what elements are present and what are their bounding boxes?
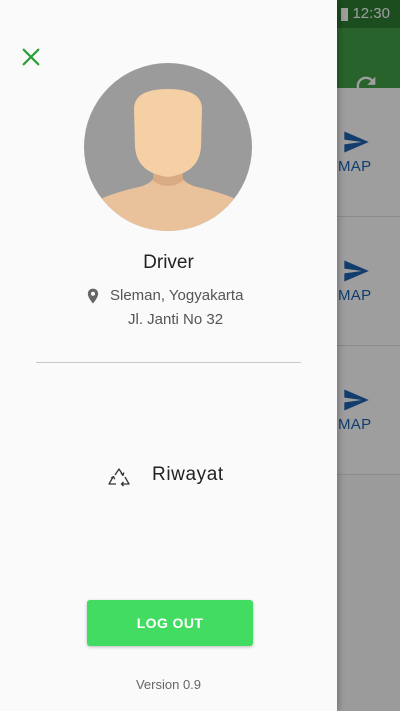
location-city: Sleman, Yogyakarta xyxy=(110,287,244,304)
version-text: Version 0.9 xyxy=(135,677,202,692)
menu-item-riwayat[interactable]: Riwayat xyxy=(100,456,280,496)
divider xyxy=(36,362,301,363)
logout-button[interactable]: LOG OUT xyxy=(87,600,253,646)
recycle-icon xyxy=(108,468,130,487)
avatar xyxy=(84,63,252,231)
location-pin-icon xyxy=(87,288,99,304)
close-icon[interactable] xyxy=(20,46,42,68)
location-street: Jl. Janti No 32 xyxy=(128,311,224,328)
driver-name: Driver xyxy=(143,252,194,273)
navigation-drawer: Driver Sleman, Yogyakarta Jl. Janti No 3… xyxy=(0,0,337,711)
menu-item-riwayat-label: Riwayat xyxy=(152,464,224,485)
avatar-placeholder-icon xyxy=(84,63,252,231)
